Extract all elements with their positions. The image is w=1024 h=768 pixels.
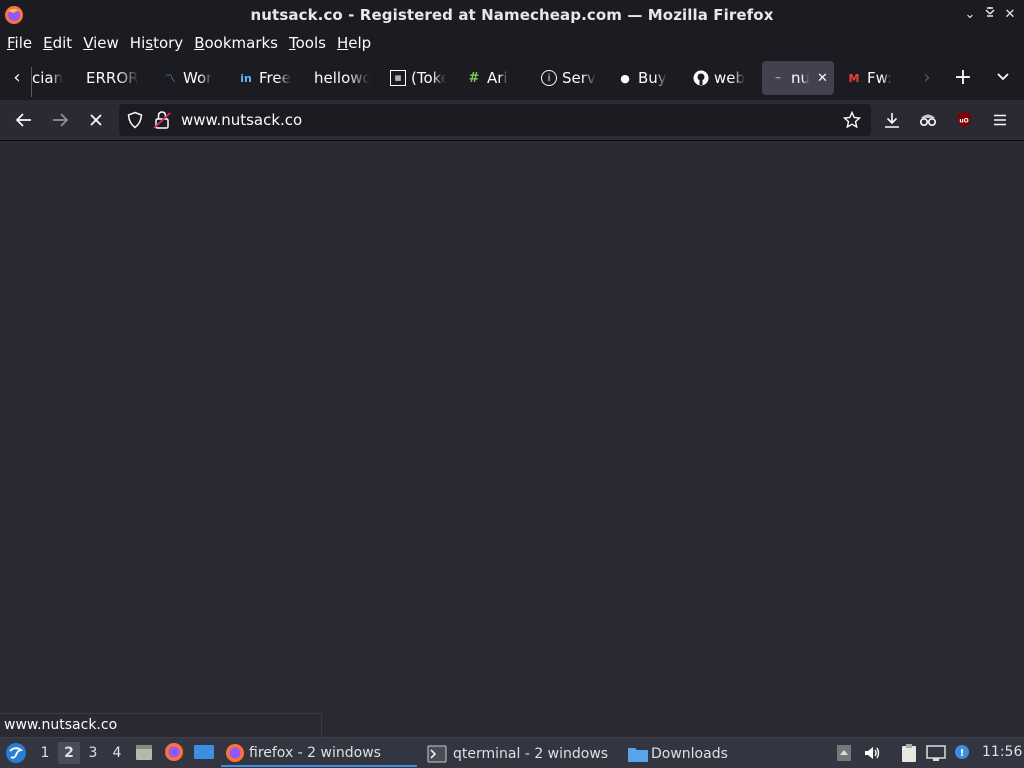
menubar: File Edit View History Bookmarks Tools H…	[0, 30, 1024, 55]
tab[interactable]: ERROR	[86, 61, 141, 95]
download-icon	[885, 113, 899, 128]
clipboard-icon[interactable]	[899, 743, 919, 763]
chevron-down-icon	[997, 73, 1009, 81]
list-all-tabs-button[interactable]	[988, 63, 1018, 93]
shield-icon[interactable]	[126, 111, 144, 129]
workspace-3[interactable]: 3	[82, 742, 104, 764]
close-window-button[interactable]: ✕	[1002, 6, 1018, 24]
svg-text:!: !	[960, 748, 965, 759]
tab[interactable]: # Ari	[466, 61, 522, 95]
svg-text:uO: uO	[959, 118, 968, 125]
scroll-tabs-left-button[interactable]: ‹	[2, 63, 32, 93]
workspace-2[interactable]: 2	[58, 742, 80, 764]
menu-help[interactable]: Help	[333, 34, 375, 52]
new-tab-button[interactable]: +	[948, 63, 978, 93]
file-manager-launcher-icon[interactable]	[134, 742, 154, 762]
menu-history[interactable]: History	[126, 34, 187, 52]
clock[interactable]: 11:56	[982, 744, 1022, 760]
stop-icon	[90, 114, 102, 126]
taskbar-task-qterminal[interactable]: qterminal - 2 windows	[425, 740, 621, 767]
tab[interactable]: hellowo	[314, 61, 370, 95]
workspace-1[interactable]: 1	[34, 742, 56, 764]
menu-bookmarks[interactable]: Bookmarks	[190, 34, 282, 52]
minimize-button[interactable]: ⌄	[962, 6, 978, 24]
menu-file[interactable]: File	[3, 34, 36, 52]
tab[interactable]: cian	[32, 61, 72, 95]
tray-arrow-icon[interactable]	[834, 743, 854, 763]
window-titlebar: nutsack.co - Registered at Namecheap.com…	[0, 0, 1024, 30]
tab[interactable]: 〽 Wor	[162, 61, 218, 95]
window-title: nutsack.co - Registered at Namecheap.com…	[250, 6, 774, 24]
drop-icon: ●	[620, 71, 630, 85]
terminal-icon	[427, 745, 447, 762]
hash-icon: #	[468, 70, 480, 86]
tab[interactable]: ▦ (Toke	[390, 61, 446, 95]
restore-icon	[985, 7, 995, 17]
github-icon	[693, 70, 709, 86]
menu-view[interactable]: View	[79, 34, 123, 52]
firefox-launcher-icon[interactable]	[164, 742, 184, 762]
ublock-origin-icon: uO	[957, 112, 971, 128]
ublock-origin-button[interactable]: uO	[949, 105, 979, 135]
downloads-button[interactable]	[877, 105, 907, 135]
grid-icon: ▦	[390, 70, 406, 86]
show-desktop-icon[interactable]	[193, 743, 215, 761]
network-icon[interactable]	[926, 743, 946, 763]
firefox-icon	[226, 743, 244, 762]
maximize-button[interactable]	[982, 6, 998, 24]
tab[interactable]: in Free	[238, 61, 294, 95]
spy-glasses-icon	[919, 114, 937, 127]
hamburger-menu-icon	[994, 114, 1006, 126]
system-taskbar: 1 2 3 4 firefox - 2 windows qterminal - …	[0, 737, 1024, 768]
volume-icon[interactable]	[862, 743, 882, 763]
menu-edit[interactable]: Edit	[39, 34, 76, 52]
extension-button[interactable]	[913, 105, 943, 135]
tab[interactable]: web	[693, 61, 749, 95]
lock-insecure-icon[interactable]	[153, 110, 171, 130]
loading-icon: ‒	[775, 73, 781, 83]
taskbar-task-firefox[interactable]: firefox - 2 windows	[221, 740, 417, 767]
app-menu-button[interactable]	[985, 105, 1015, 135]
close-tab-icon[interactable]: ✕	[817, 71, 828, 86]
wave-icon: 〽	[164, 72, 176, 85]
firefox-icon	[5, 6, 23, 24]
tab[interactable]: M Fw:	[846, 61, 906, 95]
arrow-left-icon	[15, 113, 31, 127]
forward-button[interactable]	[45, 105, 75, 135]
folder-icon	[628, 747, 648, 762]
start-menu-icon[interactable]	[5, 742, 27, 764]
info-icon: i	[541, 70, 557, 86]
page-content[interactable]	[0, 141, 1024, 737]
url-bar[interactable]: www.nutsack.co	[119, 104, 871, 136]
tab-strip: ‹ cian ERROR 〽 Wor in Free hellowo ▦ (To…	[0, 55, 1024, 100]
scroll-tabs-right-button[interactable]: ›	[912, 63, 942, 93]
taskbar-task-downloads[interactable]: Downloads	[627, 740, 823, 767]
url-text[interactable]: www.nutsack.co	[181, 111, 302, 129]
stop-button[interactable]	[81, 105, 111, 135]
tab[interactable]: i Serv	[541, 61, 597, 95]
arrow-right-icon	[53, 113, 69, 127]
workspace-4[interactable]: 4	[106, 742, 128, 764]
navigation-toolbar: www.nutsack.co uO	[0, 100, 1024, 141]
menu-tools[interactable]: Tools	[285, 34, 330, 52]
tab-active[interactable]: ‒ nu ✕	[762, 61, 834, 95]
gmail-icon: M	[848, 71, 860, 85]
back-button[interactable]	[9, 105, 39, 135]
linkedin-icon: in	[240, 71, 252, 85]
link-status-panel: www.nutsack.co	[0, 713, 322, 737]
tab[interactable]: ● Buy	[617, 61, 673, 95]
bookmark-star-icon[interactable]	[843, 111, 861, 129]
notification-icon[interactable]: !	[952, 743, 972, 763]
